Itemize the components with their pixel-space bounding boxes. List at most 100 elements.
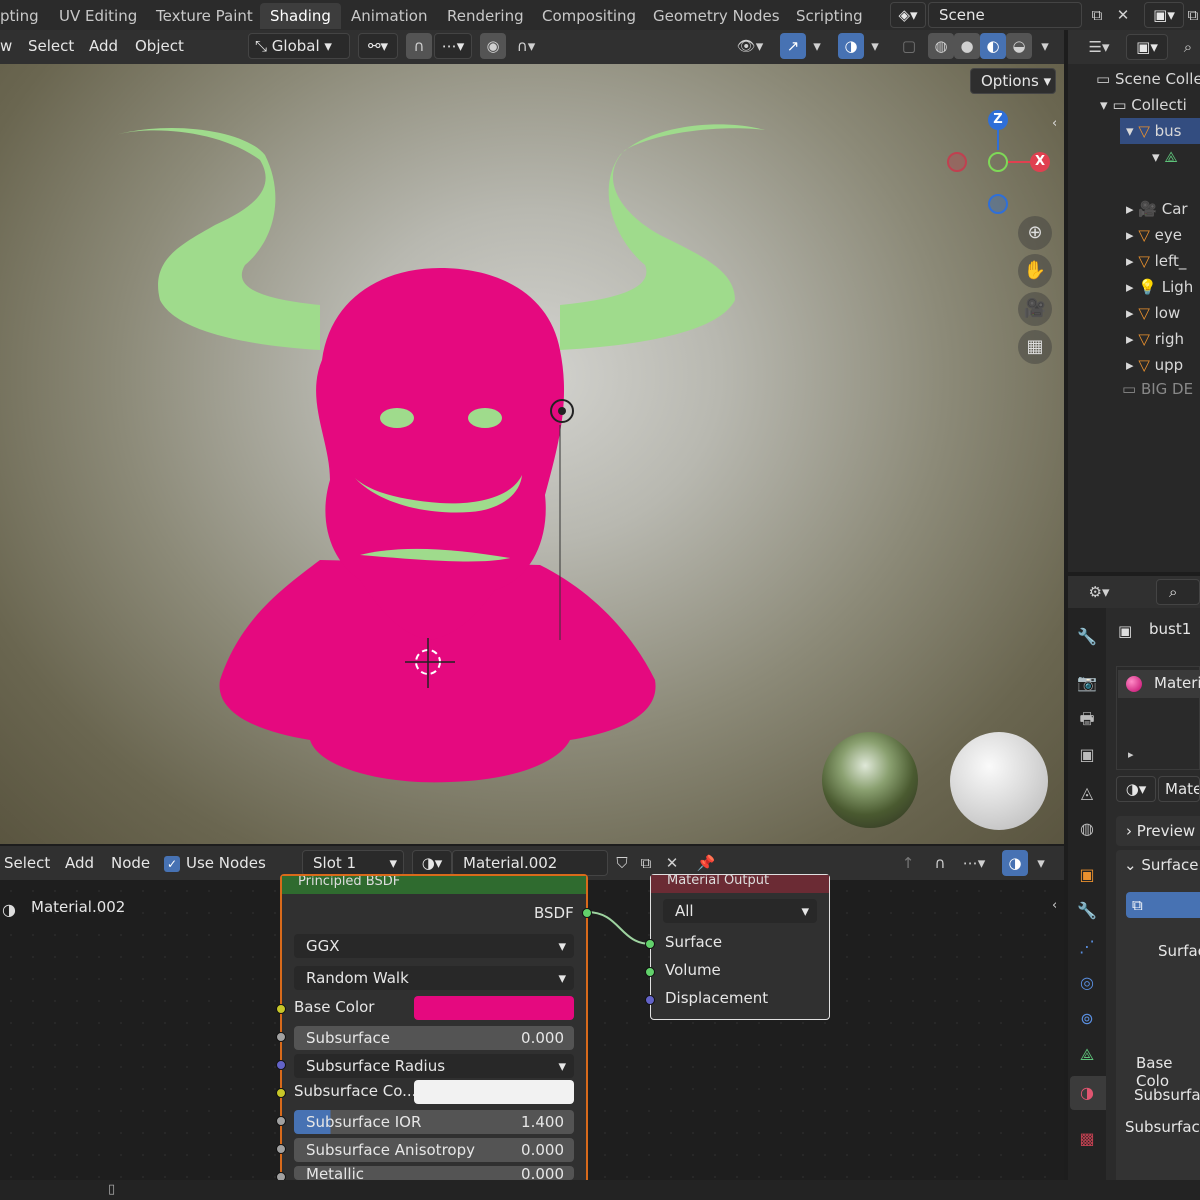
shading-rendered[interactable]: ◒ [1006, 33, 1032, 59]
base-color-socket[interactable] [276, 1004, 286, 1014]
menu-add[interactable]: Add [89, 33, 118, 59]
subsurface-socket[interactable] [276, 1032, 286, 1042]
constraints-tab-icon[interactable]: ⊚ [1074, 1006, 1100, 1032]
properties-editor-type-dropdown[interactable]: ⚙▾ [1080, 579, 1118, 605]
display-mode-dropdown[interactable]: ▣▾ [1126, 34, 1168, 60]
subsurface-color-swatch[interactable] [414, 1080, 574, 1104]
gizmo-neg-x-axis[interactable] [947, 152, 967, 172]
pivot-point-dropdown[interactable]: ⚯▾ [358, 33, 398, 59]
material-tab-icon[interactable]: ◑ [1074, 1080, 1100, 1106]
tab-rendering[interactable]: Rendering [437, 3, 534, 29]
node-snap-dropdown[interactable]: ⋯▾ [954, 850, 994, 876]
tab-geometry-nodes[interactable]: Geometry Nodes [643, 3, 790, 29]
bsdf-node-header[interactable]: Principled BSDF [282, 876, 586, 894]
bsdf-output-socket[interactable] [582, 908, 592, 918]
outliner-editor-type-dropdown[interactable]: ☰▾ [1080, 34, 1118, 60]
distribution-dropdown[interactable]: GGX ▾ [294, 934, 574, 958]
outliner-row-camera[interactable]: ▸ 🎥 Car [1126, 196, 1188, 222]
subsurface-ior-field[interactable]: Subsurface IOR 1.400 [294, 1110, 574, 1134]
metallic-field[interactable]: Metallic 0.000 [294, 1166, 574, 1180]
proportional-edit-toggle[interactable]: ◉ [480, 33, 506, 59]
base-color-swatch[interactable] [414, 996, 574, 1020]
unlink-material-icon[interactable]: ✕ [660, 850, 684, 876]
outliner-row-scene-collection[interactable]: ▭ Scene Colle [1096, 66, 1200, 92]
outliner-row-bust-mesh[interactable]: ▾ ⟁ [1152, 144, 1178, 170]
menu-view[interactable]: w [0, 33, 12, 59]
view-layer-dropdown[interactable]: ▣▾ [1144, 2, 1184, 28]
mesh-data-tab-icon[interactable]: ⟁ [1074, 1042, 1100, 1068]
pan-hand-icon[interactable]: ✋ [1018, 254, 1052, 288]
falloff-dropdown[interactable]: ∩▾ [506, 33, 546, 59]
node-menu-add[interactable]: Add [65, 850, 94, 876]
material-output-node[interactable]: Material Output All ▾ Surface Volume Disp… [645, 874, 830, 1020]
scene-name-field[interactable]: Scene [928, 2, 1082, 28]
world-tab-icon[interactable]: ◍ [1074, 816, 1100, 842]
surface-input-socket[interactable] [645, 939, 655, 949]
node-editor-canvas[interactable]: ◑ Material.002 ‹ Principled BSDF BSDF GG… [0, 874, 1064, 1184]
render-tab-icon[interactable]: 📷 [1074, 670, 1100, 696]
visibility-dropdown[interactable]: 👁▾ [730, 33, 770, 59]
output-tab-icon[interactable]: 🖶 [1074, 706, 1100, 732]
outliner-row-left[interactable]: ▸ ▽ left_ [1126, 248, 1186, 274]
principled-bsdf-node[interactable]: Principled BSDF BSDF GGX ▾ Random Walk ▾ B… [276, 874, 592, 1184]
snap-toggle[interactable]: ∩ [406, 33, 432, 59]
camera-view-icon[interactable]: 🎥 [1018, 292, 1052, 326]
gizmo-toggle[interactable]: ↗ [780, 33, 806, 59]
overlays-toggle[interactable]: ◑ [838, 33, 864, 59]
outliner-row-big-de[interactable]: ▭ BIG DE [1122, 376, 1193, 402]
gizmo-y-axis[interactable] [988, 152, 1008, 172]
modifier-tab-icon[interactable]: 🔧 [1074, 898, 1100, 924]
scene-tab-icon[interactable]: ◬ [1074, 780, 1100, 806]
options-dropdown[interactable]: Options ▾ [970, 68, 1056, 94]
node-menu-select[interactable]: Select [4, 850, 50, 876]
subsurface-anisotropy-field[interactable]: Subsurface Anisotropy 0.000 [294, 1138, 574, 1162]
tab-scripting-partial[interactable]: pting [0, 3, 49, 29]
subsurface-color-socket[interactable] [276, 1088, 286, 1098]
material-browse-dropdown-props[interactable]: ◑▾ [1116, 776, 1156, 802]
particles-tab-icon[interactable]: ⋰ [1074, 934, 1100, 960]
scene-browse-dropdown[interactable]: ◈▾ [890, 2, 926, 28]
tab-shading[interactable]: Shading [260, 3, 341, 29]
surface-panel-label[interactable]: ⌄ Surface [1124, 856, 1199, 874]
outliner-row-lower[interactable]: ▸ ▽ low [1126, 300, 1180, 326]
gizmo-x-axis[interactable]: X [1030, 152, 1050, 172]
xray-toggle-icon[interactable]: ▢ [896, 33, 922, 59]
pin-icon[interactable]: 📌 [694, 850, 718, 876]
tool-tab-icon[interactable]: 🔧 [1074, 624, 1100, 650]
subsurface-ior-socket[interactable] [276, 1116, 286, 1126]
snap-target-dropdown[interactable]: ⋯▾ [434, 33, 472, 59]
expand-arrow-icon[interactable]: ▸ [1128, 748, 1134, 761]
physics-tab-icon[interactable]: ◎ [1074, 970, 1100, 996]
close-scene-icon[interactable]: ✕ [1112, 2, 1134, 28]
gizmo-dropdown[interactable]: ▾ [806, 33, 828, 59]
outliner-search-icon[interactable]: ⌕ [1176, 34, 1200, 60]
output-node-header[interactable]: Material Output [651, 875, 829, 893]
use-nodes-checkbox[interactable]: ✓ [164, 856, 180, 872]
texture-tab-icon[interactable]: ▩ [1074, 1126, 1100, 1152]
subsurface-method-dropdown[interactable]: Random Walk ▾ [294, 966, 574, 990]
material-browse-dropdown[interactable]: ◑▾ [412, 850, 452, 876]
zoom-icon[interactable]: ⊕ [1018, 216, 1052, 250]
overlays-dropdown[interactable]: ▾ [864, 33, 886, 59]
displacement-input-socket[interactable] [645, 995, 655, 1005]
subsurface-radius-dropdown[interactable]: Subsurface Radius ▾ [294, 1054, 574, 1078]
tab-animation[interactable]: Animation [341, 3, 437, 29]
outliner-row-collection[interactable]: ▾ ▭ Collecti [1100, 92, 1187, 118]
sidebar-toggle-icon[interactable]: ‹ [1052, 116, 1064, 136]
tab-texture-paint[interactable]: Texture Paint [146, 3, 263, 29]
tab-uv-editing[interactable]: UV Editing [49, 3, 147, 29]
material-name-field-props[interactable]: Mate [1158, 776, 1200, 802]
shading-dropdown[interactable]: ▾ [1034, 33, 1056, 59]
new-scene-icon[interactable]: ⧉ [1084, 2, 1110, 28]
node-overlays-toggle[interactable]: ◑ [1002, 850, 1028, 876]
outliner-row-bust[interactable]: ▾ ▽ bus [1126, 118, 1181, 144]
node-snap-icon[interactable]: ∩ [928, 850, 952, 876]
subsurface-radius-socket[interactable] [276, 1060, 286, 1070]
fake-user-shield-icon[interactable]: ⛉ [610, 850, 634, 876]
outliner-row-light[interactable]: ▸ 💡 Ligh [1126, 274, 1193, 300]
outliner-row-right[interactable]: ▸ ▽ righ [1126, 326, 1184, 352]
properties-search-field[interactable]: ⌕ [1156, 579, 1200, 605]
subsurface-field[interactable]: Subsurface 0.000 [294, 1026, 574, 1050]
parent-node-tree-icon[interactable]: ↑ [896, 850, 920, 876]
tab-compositing[interactable]: Compositing [532, 3, 646, 29]
